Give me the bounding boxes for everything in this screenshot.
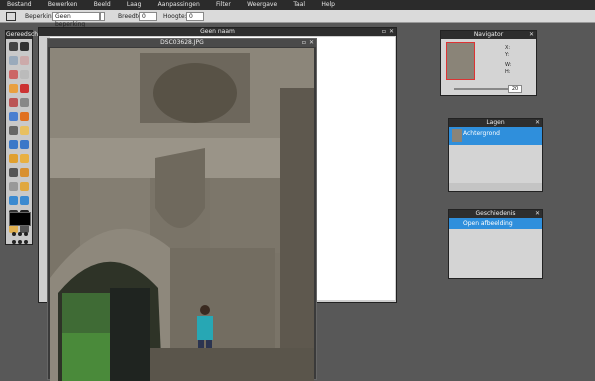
eraser-tool-icon[interactable] xyxy=(9,98,18,107)
navigator-title-text: Navigator xyxy=(473,31,504,38)
height-field[interactable]: 0 xyxy=(186,12,204,21)
image-title-bar[interactable]: DSC03628.JPG ✕ ▫ xyxy=(48,39,316,47)
menu-layer[interactable]: Laag xyxy=(127,0,142,8)
menu-help[interactable]: Help xyxy=(321,0,335,8)
history-row[interactable]: Open afbeelding xyxy=(449,218,542,229)
close-icon[interactable]: ✕ xyxy=(309,39,314,47)
menu-display[interactable]: Weergave xyxy=(247,0,277,8)
bloat-tool-icon[interactable] xyxy=(9,182,18,191)
w-label: W: xyxy=(505,62,512,68)
menu-edit[interactable]: Bewerken xyxy=(48,0,78,8)
spot-heal-tool-icon[interactable] xyxy=(20,168,29,177)
shape-tool-icon[interactable] xyxy=(20,196,29,205)
layer-row[interactable]: Achtergrond xyxy=(449,127,542,145)
crop-icon xyxy=(6,12,16,21)
width-field[interactable]: 0 xyxy=(139,12,157,21)
menu-filter[interactable]: Filter xyxy=(216,0,231,8)
foreground-color-swatch[interactable] xyxy=(9,212,31,226)
clone-tool-icon[interactable] xyxy=(20,84,29,93)
navigator-panel: Navigator ✕ X: Y: W: H: 20 xyxy=(440,30,537,96)
maximize-icon[interactable]: ▫ xyxy=(382,28,386,36)
layers-title-text: Lagen xyxy=(486,119,505,126)
document-title-text: Geen naam xyxy=(200,28,235,35)
options-bar: Beperking: Geen beperking Breedte: 0 Hoo… xyxy=(0,10,595,28)
marquee-tool-icon[interactable] xyxy=(9,56,18,65)
photo-image xyxy=(50,48,314,381)
brush-tool-icon[interactable] xyxy=(9,84,18,93)
height-label: Hoogte: xyxy=(163,13,187,20)
replace-tool-icon[interactable] xyxy=(9,126,18,135)
document-title[interactable]: Geen naam ✕ ▫ xyxy=(39,28,396,36)
chevron-down-icon[interactable] xyxy=(100,12,105,21)
menu-language[interactable]: Taal xyxy=(293,0,305,8)
gradient-tool-icon[interactable] xyxy=(9,112,18,121)
redeye-tool-icon[interactable] xyxy=(9,168,18,177)
tool-grid xyxy=(8,41,32,237)
menu-view[interactable]: Beeld xyxy=(94,0,111,8)
crop-tool-icon[interactable] xyxy=(9,42,18,51)
drawing-tool-icon[interactable] xyxy=(9,196,18,205)
close-icon[interactable]: ✕ xyxy=(535,119,540,127)
toolbox-title: Gereedsche xyxy=(6,31,42,39)
maximize-icon[interactable]: ▫ xyxy=(302,39,306,47)
sharpen-tool-icon[interactable] xyxy=(20,140,29,149)
history-title: Geschiedenis ✕ xyxy=(449,210,542,218)
history-panel: Geschiedenis ✕ Open afbeelding xyxy=(448,209,543,279)
dodge-tool-icon[interactable] xyxy=(9,154,18,163)
menu-adjustments[interactable]: Aanpassingen xyxy=(158,0,200,8)
history-title-text: Geschiedenis xyxy=(475,210,516,217)
x-label: X: xyxy=(505,45,511,51)
photo-canvas[interactable] xyxy=(50,48,314,381)
menu-file[interactable]: Bestand xyxy=(7,0,32,8)
close-icon[interactable]: ✕ xyxy=(535,210,540,218)
layers-panel: Lagen ✕ Achtergrond xyxy=(448,118,543,192)
y-label: Y: xyxy=(505,52,510,58)
layers-footer xyxy=(449,183,542,191)
pencil-tool-icon[interactable] xyxy=(20,70,29,79)
pinch-tool-icon[interactable] xyxy=(20,182,29,191)
smudge-tool-icon[interactable] xyxy=(20,98,29,107)
burn-tool-icon[interactable] xyxy=(20,154,29,163)
blur-tool-icon[interactable] xyxy=(9,140,18,149)
zoom-slider[interactable] xyxy=(454,88,509,90)
navigator-title: Navigator ✕ xyxy=(441,31,536,39)
layer-thumbnail xyxy=(452,129,462,142)
restriction-select[interactable]: Geen beperking xyxy=(52,12,100,28)
layer-name: Achtergrond xyxy=(463,130,500,137)
swap-colors-dots[interactable] xyxy=(11,230,29,244)
layers-title: Lagen ✕ xyxy=(449,119,542,127)
image-document-window: DSC03628.JPG ✕ ▫ xyxy=(47,38,317,381)
sponge-tool-icon[interactable] xyxy=(20,126,29,135)
zoom-field[interactable]: 20 xyxy=(508,85,522,93)
lasso-tool-icon[interactable] xyxy=(20,56,29,65)
bucket-tool-icon[interactable] xyxy=(20,112,29,121)
move-tool-icon[interactable] xyxy=(20,42,29,51)
history-item: Open afbeelding xyxy=(463,220,513,227)
h-label: H: xyxy=(505,69,511,75)
image-title-text: DSC03628.JPG xyxy=(160,39,204,46)
toolbox-panel: Gereedsche xyxy=(5,30,42,245)
navigator-thumbnail[interactable] xyxy=(446,42,475,80)
close-icon[interactable]: ✕ xyxy=(529,31,534,39)
close-icon[interactable]: ✕ xyxy=(389,28,394,36)
wand-tool-icon[interactable] xyxy=(9,70,18,79)
menu-bar: Bestand Bewerken Beeld Laag Aanpassingen… xyxy=(0,0,595,10)
